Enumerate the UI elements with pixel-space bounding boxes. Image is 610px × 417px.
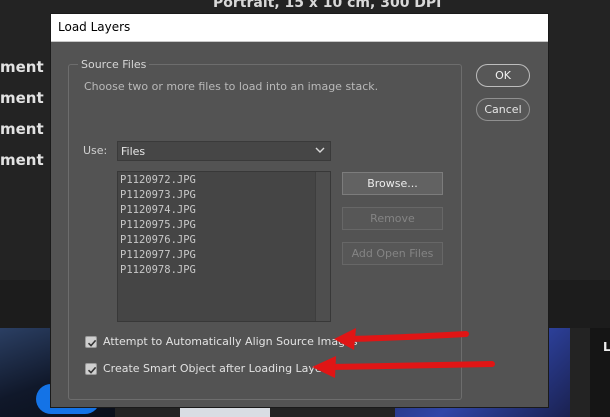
- chevron-down-icon: [315, 147, 325, 153]
- file-list-item[interactable]: P1120976.JPG: [120, 234, 196, 246]
- add-open-files-button[interactable]: Add Open Files: [342, 242, 443, 265]
- dialog-titlebar[interactable]: Load Layers: [51, 14, 548, 42]
- background-menu-item: ment: [0, 120, 44, 138]
- browse-button[interactable]: Browse...: [342, 172, 443, 195]
- ok-button[interactable]: OK: [476, 64, 530, 87]
- align-images-checkbox[interactable]: [85, 336, 97, 348]
- checkmark-icon: [87, 366, 97, 374]
- background-letter: L: [603, 340, 610, 354]
- load-layers-dialog: Load Layers Source Files Choose two or m…: [50, 13, 549, 408]
- file-list-item[interactable]: P1120975.JPG: [120, 219, 196, 231]
- background-menu-item: ment: [0, 89, 44, 107]
- use-label: Use:: [83, 144, 108, 157]
- smart-object-checkbox[interactable]: [85, 363, 97, 375]
- file-list-item[interactable]: P1120974.JPG: [120, 204, 196, 216]
- source-files-list[interactable]: P1120972.JPG P1120973.JPG P1120974.JPG P…: [117, 171, 331, 322]
- file-list-item[interactable]: P1120972.JPG: [120, 174, 196, 186]
- use-select[interactable]: Files: [117, 141, 331, 161]
- document-info-text: Portrait, 15 x 10 cm, 300 DPI: [213, 0, 442, 11]
- use-select-value: Files: [121, 145, 146, 158]
- source-files-description: Choose two or more files to load into an…: [84, 80, 379, 93]
- file-list-item[interactable]: P1120973.JPG: [120, 189, 196, 201]
- align-images-label: Attempt to Automatically Align Source Im…: [103, 335, 358, 348]
- dialog-title: Load Layers: [58, 20, 131, 34]
- cancel-button[interactable]: Cancel: [476, 98, 530, 121]
- file-list-scrollbar[interactable]: [315, 172, 330, 321]
- background-menu-item: ment: [0, 58, 44, 76]
- remove-button[interactable]: Remove: [342, 207, 443, 230]
- checkmark-icon: [87, 339, 97, 347]
- file-list-item[interactable]: P1120978.JPG: [120, 264, 196, 276]
- smart-object-label: Create Smart Object after Loading Layers: [103, 362, 332, 375]
- source-files-group-label: Source Files: [78, 58, 150, 71]
- file-list-item[interactable]: P1120977.JPG: [120, 249, 196, 261]
- background-menu-item: ment: [0, 151, 44, 169]
